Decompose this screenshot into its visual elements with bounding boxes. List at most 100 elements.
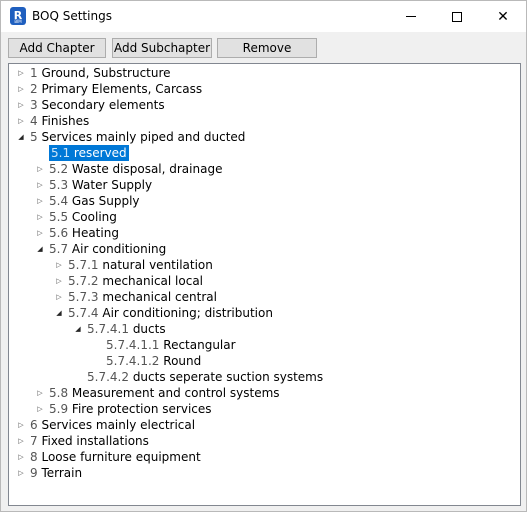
collapsed-arrow-icon[interactable]: ▷ bbox=[36, 177, 44, 193]
collapsed-arrow-icon[interactable]: ▷ bbox=[55, 273, 63, 289]
collapsed-arrow-icon[interactable]: ▷ bbox=[36, 193, 44, 209]
close-button[interactable]: ✕ bbox=[480, 1, 526, 32]
collapsed-arrow-icon[interactable]: ▷ bbox=[17, 433, 25, 449]
tree-item-content[interactable]: 5.4 Gas Supply bbox=[49, 193, 140, 209]
tree-item-label: Finishes bbox=[41, 114, 90, 128]
tree-item-content[interactable]: 5.7.1 natural ventilation bbox=[68, 257, 213, 273]
tree-item-label: Air conditioning; distribution bbox=[102, 306, 273, 320]
minimize-icon bbox=[406, 16, 416, 17]
collapsed-arrow-icon[interactable]: ▷ bbox=[36, 401, 44, 417]
tree-item-label: ducts bbox=[132, 322, 166, 336]
tree-item-label: ducts seperate suction systems bbox=[132, 370, 324, 384]
tree-item-content[interactable]: 7 Fixed installations bbox=[30, 433, 149, 449]
tree-item-number: 7 bbox=[30, 434, 38, 448]
app-logo-icon: R BIM bbox=[10, 7, 26, 25]
tree-item-number: 5.7.4 bbox=[68, 306, 99, 320]
collapsed-arrow-icon[interactable]: ▷ bbox=[17, 65, 25, 81]
tree-item-number: 5.7.4.1.2 bbox=[106, 354, 160, 368]
tree-item-content[interactable]: 5.7 Air conditioning bbox=[49, 241, 166, 257]
tree-item-number: 5 bbox=[30, 130, 38, 144]
tree-item-label: Terrain bbox=[41, 466, 83, 480]
tree-item-content[interactable]: 5.6 Heating bbox=[49, 225, 119, 241]
tree-item-content[interactable]: 5.7.3 mechanical central bbox=[68, 289, 217, 305]
collapsed-arrow-icon[interactable]: ▷ bbox=[36, 385, 44, 401]
collapsed-arrow-icon[interactable]: ▷ bbox=[36, 209, 44, 225]
tree-item-content[interactable]: 5.9 Fire protection services bbox=[49, 401, 212, 417]
tree-item-number: 9 bbox=[30, 466, 38, 480]
tree-item-number: 5.7 bbox=[49, 242, 69, 256]
tree-item-number: 5.4 bbox=[49, 194, 69, 208]
collapsed-arrow-icon[interactable]: ▷ bbox=[36, 225, 44, 241]
collapsed-arrow-icon[interactable]: ▷ bbox=[17, 417, 25, 433]
tree-item-content[interactable]: 5.7.4.1 ducts bbox=[87, 321, 166, 337]
tree-item-content[interactable]: 5.7.4.2 ducts seperate suction systems bbox=[87, 369, 323, 385]
tree-item-label: Water Supply bbox=[71, 178, 153, 192]
expanded-arrow-icon[interactable]: ◢ bbox=[17, 129, 25, 145]
collapsed-arrow-icon[interactable]: ▷ bbox=[55, 257, 63, 273]
tree-item-content[interactable]: 5.7.2 mechanical local bbox=[68, 273, 203, 289]
tree-item-label: mechanical central bbox=[102, 290, 217, 304]
chapter-tree[interactable]: ▷ 1 Ground, Substructure ▷ 2 Primary Elemen… bbox=[8, 63, 521, 506]
tree-item-content[interactable]: 5.7.4 Air conditioning; distribution bbox=[68, 305, 273, 321]
tree-item-label: Loose furniture equipment bbox=[41, 450, 201, 464]
tree-item-content[interactable]: 8 Loose furniture equipment bbox=[30, 449, 201, 465]
window-title: BOQ Settings bbox=[32, 9, 112, 23]
collapsed-arrow-icon[interactable]: ▷ bbox=[17, 81, 25, 97]
tree-item-number: 5.3 bbox=[49, 178, 69, 192]
collapsed-arrow-icon[interactable]: ▷ bbox=[17, 465, 25, 481]
tree-item-label: Fixed installations bbox=[41, 434, 149, 448]
collapsed-arrow-icon[interactable]: ▷ bbox=[17, 449, 25, 465]
collapsed-arrow-icon[interactable]: ▷ bbox=[17, 97, 25, 113]
tree-item-content[interactable]: 5.5 Cooling bbox=[49, 209, 117, 225]
tree-item-content[interactable]: 5.7.4.1.2 Round bbox=[106, 353, 201, 369]
add-subchapter-button[interactable]: Add Subchapter bbox=[112, 38, 212, 58]
tree-item-content[interactable]: 5.2 Waste disposal, drainage bbox=[49, 161, 222, 177]
tree-item-selected[interactable]: 5.1 reserved bbox=[49, 145, 129, 161]
tree-item-label: Cooling bbox=[71, 210, 117, 224]
collapsed-arrow-icon[interactable]: ▷ bbox=[55, 289, 63, 305]
tree-item-number: 5.7.1 bbox=[68, 258, 99, 272]
tree-item-number: 5.7.2 bbox=[68, 274, 99, 288]
tree-item-content[interactable]: 2 Primary Elements, Carcass bbox=[30, 81, 202, 97]
tree-item-number: 3 bbox=[30, 98, 38, 112]
tree-item-content[interactable]: 5 Services mainly piped and ducted bbox=[30, 129, 245, 145]
tree-item-content[interactable]: 5.7.4.1.1 Rectangular bbox=[106, 337, 236, 353]
tree-item-number: 5.9 bbox=[49, 402, 69, 416]
tree-item-label: natural ventilation bbox=[102, 258, 213, 272]
tree-item-content[interactable]: 3 Secondary elements bbox=[30, 97, 165, 113]
maximize-icon bbox=[452, 11, 462, 22]
add-chapter-button[interactable]: Add Chapter bbox=[8, 38, 106, 58]
boq-settings-window: R BIM BOQ Settings ✕ Add Chapter Add Sub… bbox=[0, 0, 527, 512]
minimize-button[interactable] bbox=[388, 1, 434, 32]
expanded-arrow-icon[interactable]: ◢ bbox=[74, 321, 82, 337]
collapsed-arrow-icon[interactable]: ▷ bbox=[36, 161, 44, 177]
tree-item-content[interactable]: 1 Ground, Substructure bbox=[30, 65, 171, 81]
tree-item-label: Round bbox=[163, 354, 202, 368]
tree-item-number: 5.7.3 bbox=[68, 290, 99, 304]
tree-item-number: 5.7.4.1.1 bbox=[106, 338, 160, 352]
tree-item-label: Gas Supply bbox=[71, 194, 140, 208]
tree-item-label: Fire protection services bbox=[71, 402, 212, 416]
tree-item-label: reserved bbox=[73, 146, 127, 160]
remove-button[interactable]: Remove bbox=[217, 38, 317, 58]
tree-item-label: Air conditioning bbox=[71, 242, 167, 256]
tree-item-label: Waste disposal, drainage bbox=[71, 162, 223, 176]
tree-item-number: 5.5 bbox=[49, 210, 69, 224]
tree-item-content[interactable]: 6 Services mainly electrical bbox=[30, 417, 195, 433]
tree-item-number: 5.6 bbox=[49, 226, 69, 240]
tree-item-content[interactable]: 4 Finishes bbox=[30, 113, 89, 129]
close-icon: ✕ bbox=[497, 8, 509, 25]
maximize-button[interactable] bbox=[434, 1, 480, 32]
tree-item-number: 5.7.4.2 bbox=[87, 370, 129, 384]
tree-item-label: Heating bbox=[71, 226, 119, 240]
tree-item-content[interactable]: 5.3 Water Supply bbox=[49, 177, 152, 193]
tree-item-label: Measurement and control systems bbox=[71, 386, 280, 400]
tree-item-number: 6 bbox=[30, 418, 38, 432]
tree-item-content[interactable]: 9 Terrain bbox=[30, 465, 82, 481]
title-bar[interactable]: R BIM BOQ Settings ✕ bbox=[1, 1, 526, 32]
expanded-arrow-icon[interactable]: ◢ bbox=[55, 305, 63, 321]
tree-item-label: Services mainly electrical bbox=[41, 418, 196, 432]
expanded-arrow-icon[interactable]: ◢ bbox=[36, 241, 44, 257]
tree-item-content[interactable]: 5.8 Measurement and control systems bbox=[49, 385, 280, 401]
collapsed-arrow-icon[interactable]: ▷ bbox=[17, 113, 25, 129]
